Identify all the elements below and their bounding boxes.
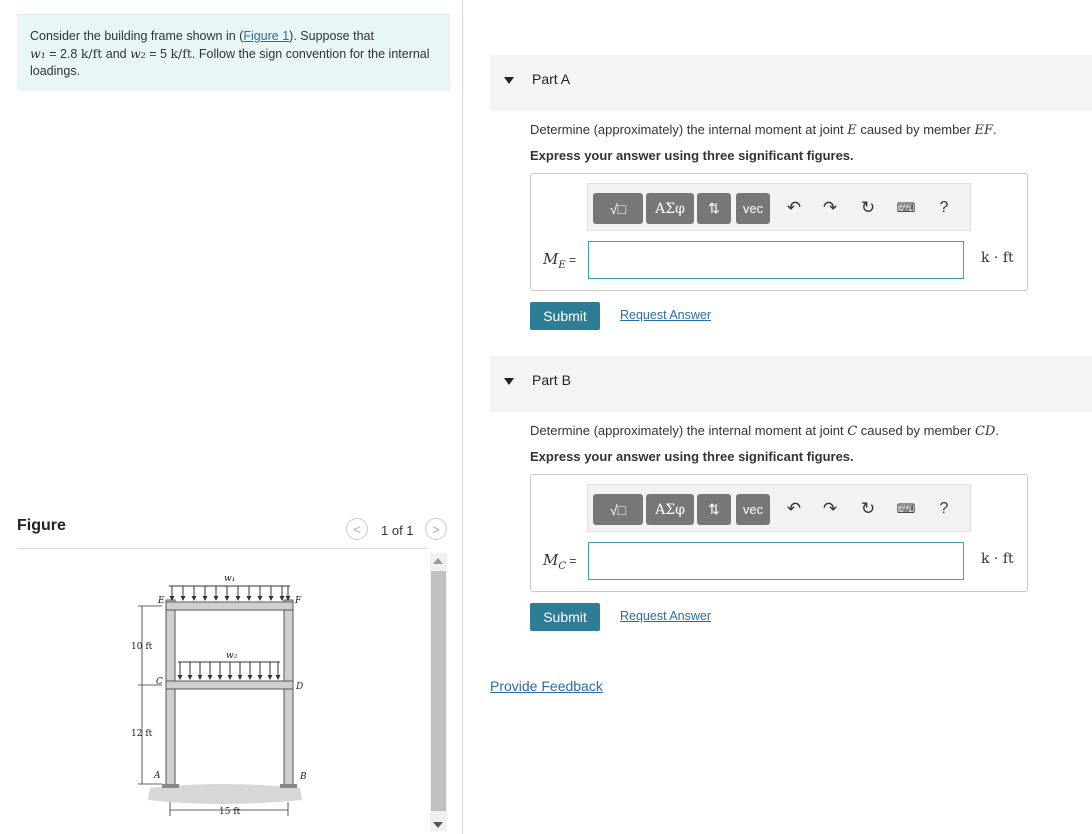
label-F: F (294, 596, 302, 606)
reset-icon[interactable]: ↻ (854, 495, 882, 523)
answer-input-ME[interactable] (588, 241, 964, 279)
math-toolbar: √□ ΑΣφ ⇅ vec ↶ ↷ ↻ ⌨ ? (587, 484, 971, 532)
templates-button[interactable]: √□ (593, 494, 643, 525)
middle-beam (165, 680, 294, 690)
label-B: B (299, 772, 307, 782)
part-b-instruction: Express your answer using three signific… (530, 449, 854, 464)
variable-label-MC: MC = (543, 551, 577, 572)
label-15ft: 15 ft (219, 807, 241, 817)
scroll-up-icon[interactable] (433, 558, 443, 564)
redo-icon[interactable]: ↷ (816, 194, 844, 222)
figure-pager: 1 of 1 (381, 523, 414, 538)
vec-button[interactable]: vec (736, 494, 770, 525)
submit-button[interactable]: Submit (530, 603, 600, 631)
figure-divider (17, 548, 427, 549)
figure-title: Figure (17, 517, 66, 534)
next-figure-button[interactable]: > (425, 518, 447, 540)
part-a-instruction: Express your answer using three signific… (530, 148, 854, 163)
reset-icon[interactable]: ↻ (854, 194, 882, 222)
templates-button[interactable]: √□ (593, 193, 643, 224)
collapse-triangle-icon[interactable] (504, 77, 514, 84)
arrows-updown-icon: ⇅ (708, 501, 720, 517)
scroll-down-icon[interactable] (433, 822, 443, 828)
prev-figure-button[interactable]: < (346, 518, 368, 540)
left-column (165, 599, 176, 787)
unit-label: k · ft (981, 250, 1014, 266)
base-A (162, 784, 179, 788)
part-a-question: Determine (approximately) the internal m… (530, 122, 997, 138)
help-button[interactable]: ? (930, 194, 958, 222)
part-b-header[interactable]: Part B (490, 356, 1092, 412)
help-button[interactable]: ? (930, 495, 958, 523)
collapse-triangle-icon[interactable] (504, 378, 514, 385)
answer-input-MC[interactable] (588, 542, 964, 580)
math-toolbar: √□ ΑΣφ ⇅ vec ↶ ↷ ↻ ⌨ ? (587, 183, 971, 231)
variable-label-ME: ME = (543, 250, 577, 271)
label-C: C (156, 677, 163, 687)
chevron-left-icon: < (353, 521, 361, 537)
submit-button[interactable]: Submit (530, 302, 600, 330)
provide-feedback-link[interactable]: Provide Feedback (490, 678, 603, 694)
unit-label: k · ft (981, 551, 1014, 567)
arrows-updown-icon: ⇅ (708, 200, 720, 216)
label-12ft: 12 ft (131, 729, 153, 739)
keyboard-icon[interactable]: ⌨ (892, 194, 920, 222)
part-b-question: Determine (approximately) the internal m… (530, 423, 999, 439)
greek-button[interactable]: ΑΣφ (646, 193, 694, 224)
part-a-title: Part A (532, 71, 571, 87)
templates-icon: √□ (609, 501, 627, 518)
label-D: D (295, 682, 303, 692)
undo-icon[interactable]: ↶ (780, 194, 808, 222)
part-a-answer-box: √□ ΑΣφ ⇅ vec ↶ ↷ ↻ ⌨ ? ME = k · ft (530, 173, 1028, 291)
label-w2: w₂ (226, 651, 238, 661)
undo-icon[interactable]: ↶ (780, 495, 808, 523)
column-divider (462, 0, 463, 834)
label-E: E (157, 596, 165, 606)
top-beam (165, 601, 294, 611)
right-column (283, 599, 294, 787)
arrows-button[interactable]: ⇅ (697, 193, 731, 224)
vec-button[interactable]: vec (736, 193, 770, 224)
templates-icon: √□ (609, 200, 627, 217)
problem-statement: Consider the building frame shown in (Fi… (17, 14, 450, 91)
part-b-title: Part B (532, 372, 571, 388)
part-a-header[interactable]: Part A (490, 55, 1092, 111)
label-A: A (153, 771, 161, 781)
figure-scrollbar-thumb[interactable] (431, 571, 446, 811)
figure-link[interactable]: Figure 1 (243, 29, 289, 43)
chevron-right-icon: > (432, 521, 440, 537)
part-b-answer-box: √□ ΑΣφ ⇅ vec ↶ ↷ ↻ ⌨ ? MC = k · ft (530, 474, 1028, 592)
base-B (280, 784, 297, 788)
keyboard-icon[interactable]: ⌨ (892, 495, 920, 523)
label-w1: w₁ (224, 574, 235, 584)
request-answer-link[interactable]: Request Answer (620, 609, 711, 623)
arrows-button[interactable]: ⇅ (697, 494, 731, 525)
request-answer-link[interactable]: Request Answer (620, 308, 711, 322)
label-10ft: 10 ft (131, 642, 153, 652)
greek-button[interactable]: ΑΣφ (646, 494, 694, 525)
building-frame-figure: w₁ w₂ E F C D A B 10 ft 12 ft 15 ft (131, 574, 307, 817)
redo-icon[interactable]: ↷ (816, 495, 844, 523)
